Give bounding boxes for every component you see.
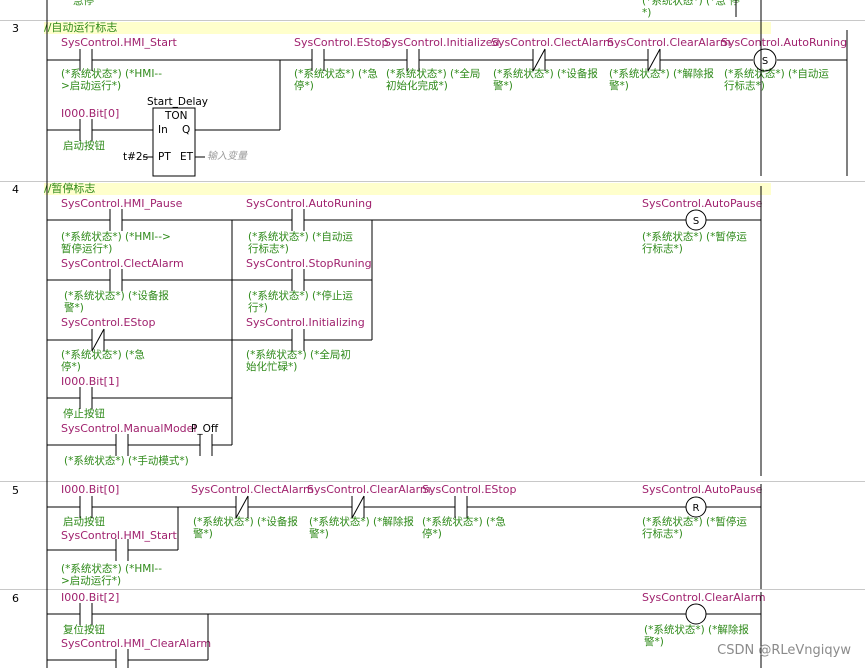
coil-symbol: R bbox=[693, 503, 700, 514]
coil-symbol: S bbox=[693, 216, 699, 227]
coil-symbol: S bbox=[762, 56, 768, 67]
ladder-wiring: S S R bbox=[46, 0, 848, 668]
ladder-editor: 急停 (*系统状态*) (*急 停*) 3 //自动运行标志 SysContro… bbox=[0, 0, 865, 668]
watermark: CSDN @RLeVngiqyw bbox=[717, 643, 851, 658]
